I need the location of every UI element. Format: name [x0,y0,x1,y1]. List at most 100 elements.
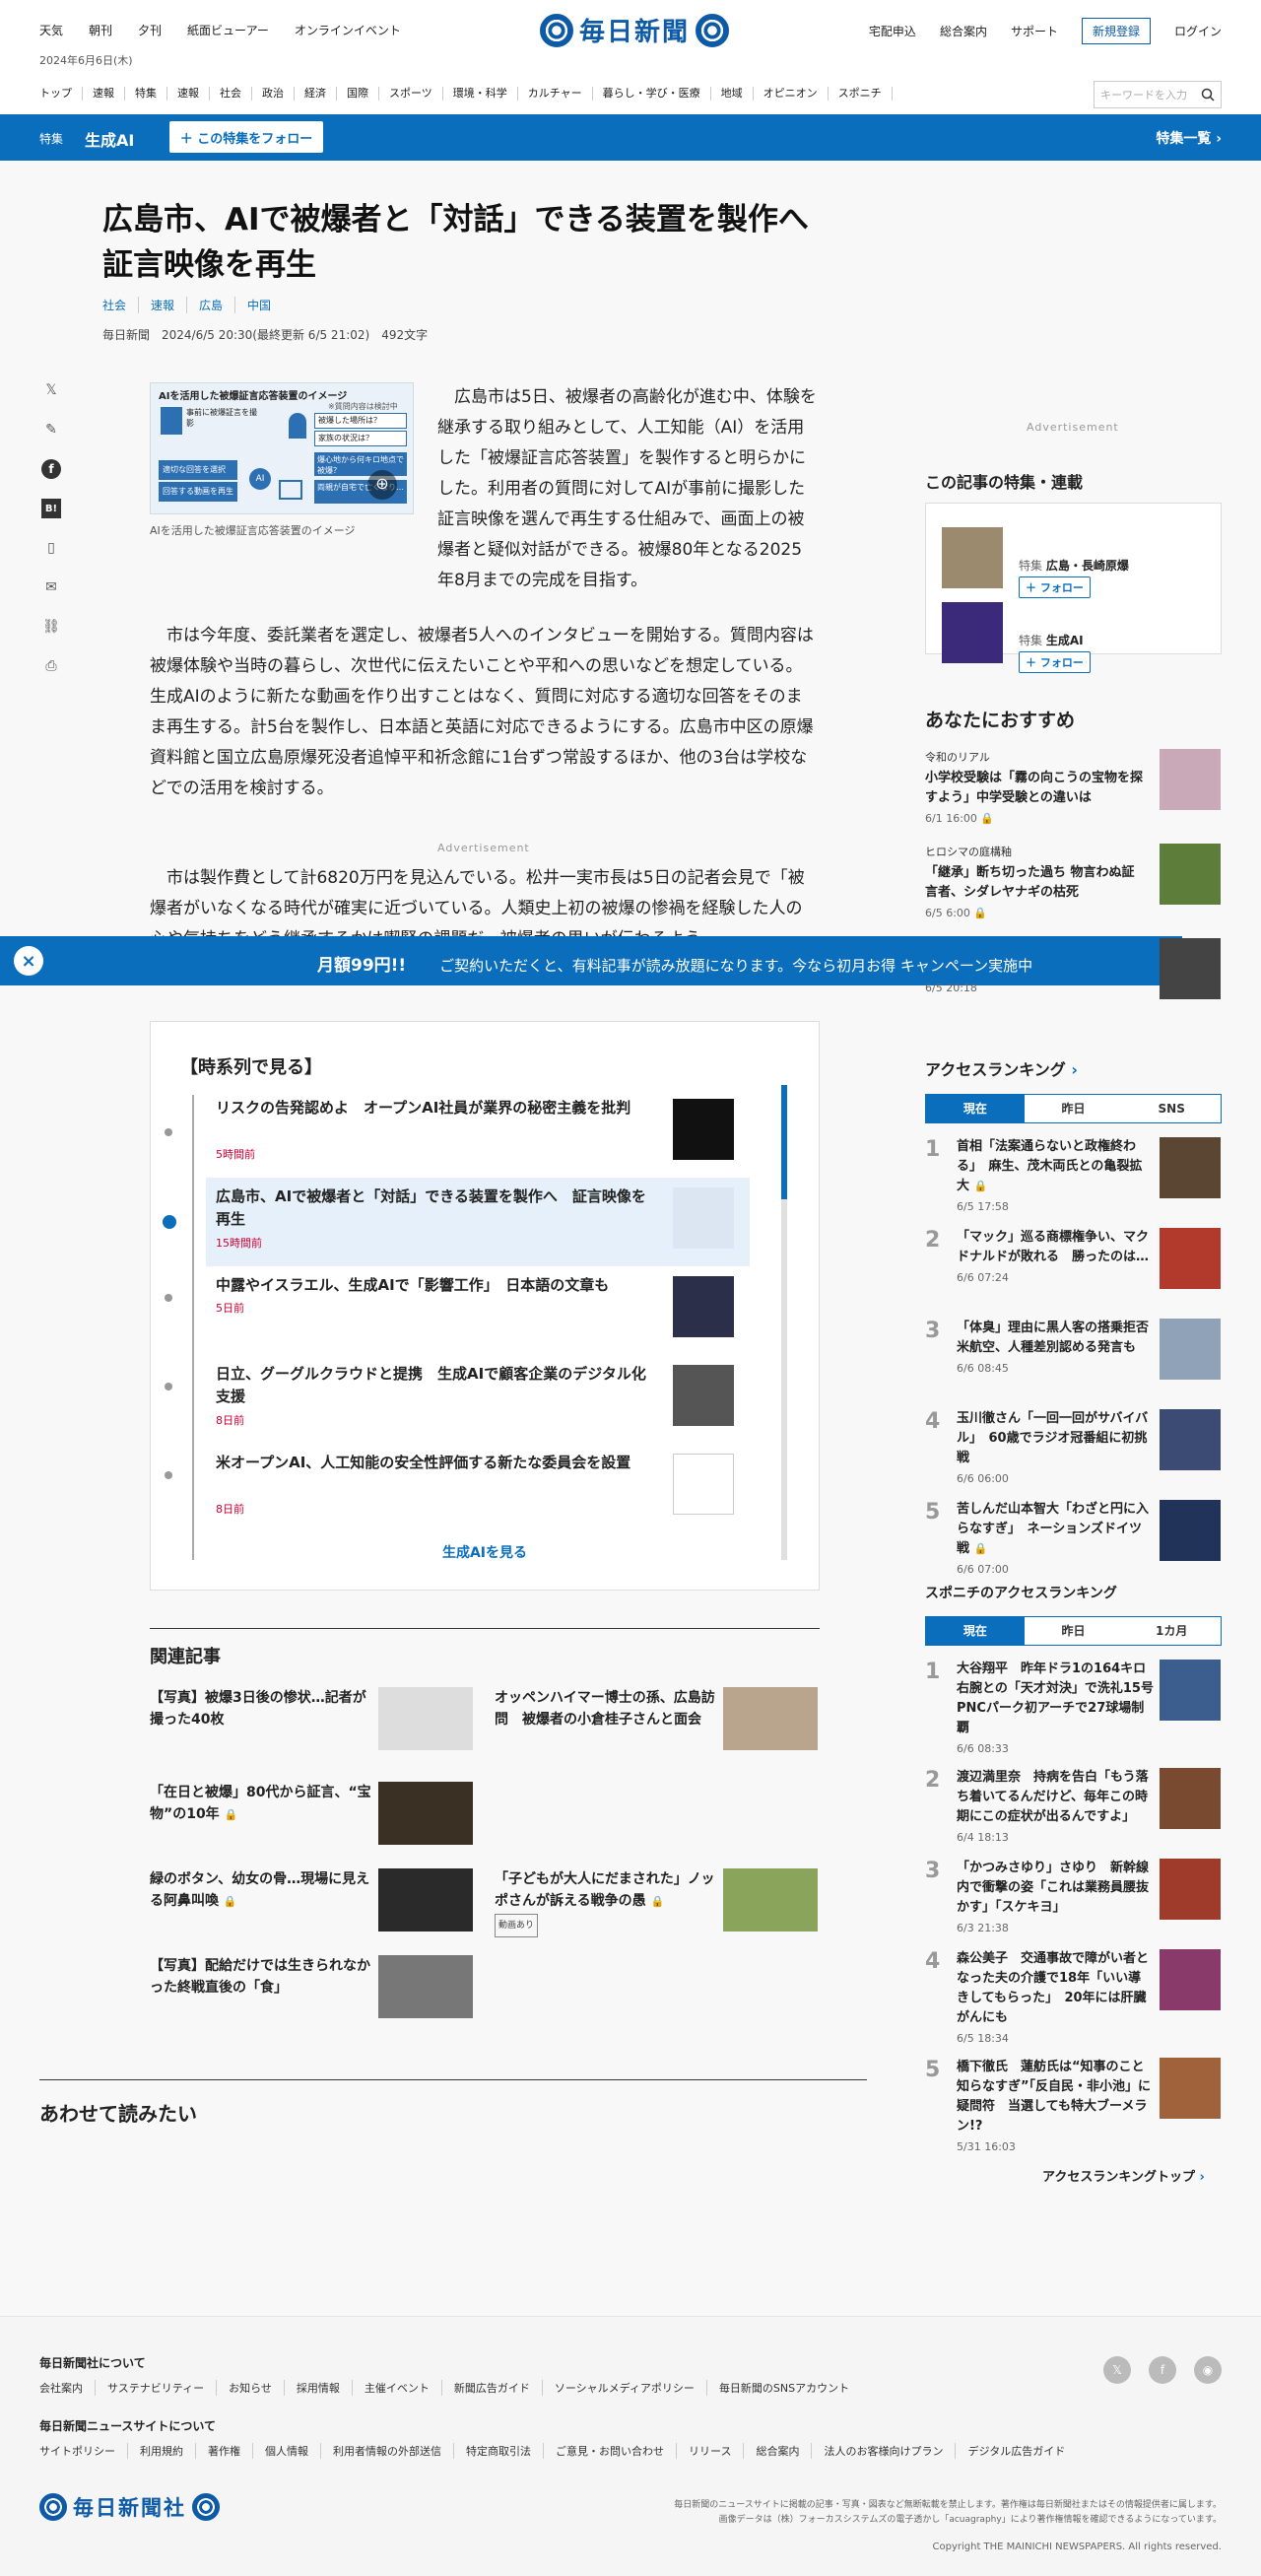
ranking-item[interactable]: 5 橋下徹氏 蓮舫氏は“知事のこと知らなすぎ”「反自民・非小池」に疑問符 当選して… [925,2058,1222,2166]
feature-thumbnail[interactable] [942,602,1003,663]
nav-item[interactable]: 暮らし・学び・医療 [593,87,711,101]
ranking-item[interactable]: 1 大谷翔平 昨年ドラ1の164キロ右腕との「天才対決」で洗礼15号 PNCパーク… [925,1660,1222,1768]
footer-link[interactable]: ソーシャルメディアポリシー [543,2380,707,2396]
ranking-top-link[interactable]: アクセスランキングトップ › [1042,2166,1205,2185]
search-icon[interactable] [1201,88,1215,102]
scrollbar-thumb[interactable] [781,1085,787,1199]
nav-item[interactable]: 国際 [337,87,379,101]
footer-link[interactable]: 毎日新聞のSNSアカウント [707,2380,861,2396]
link-icon[interactable]: ⛓ [41,617,61,637]
top-link-evening[interactable]: 夕刊 [138,22,162,38]
top-link-viewer[interactable]: 紙面ビューアー [187,22,269,38]
follow-feature-button[interactable]: ＋ この特集をフォロー [169,121,323,153]
x-share-icon[interactable]: 𝕏 [41,380,61,400]
timeline-item[interactable]: リスクの告発認めよ オープンAI社員が業界の秘密主義を批判 5時間前 [165,1089,750,1178]
feature-item-name[interactable]: 広島・長崎原爆 [1046,559,1129,573]
feature-thumbnail[interactable] [942,527,1003,588]
hatena-bookmark-icon[interactable]: B! [41,499,61,518]
footer-link[interactable]: 法人のお客様向けプラン [812,2443,957,2459]
nav-item[interactable]: オピニオン [754,87,829,101]
timeline-item[interactable]: 米オープンAI、人工知能の安全性評価する新たな委員会を設置 8日前 [165,1444,750,1532]
nav-item[interactable]: 速報 [83,87,125,101]
nav-item[interactable]: カルチャー [518,87,593,101]
access-ranking-title[interactable]: アクセスランキング › [925,1056,1222,1080]
footer-link[interactable]: お知らせ [217,2380,285,2396]
article-figure[interactable]: AIを活用した被爆証言応答装置のイメージ ※質問内容は検討中 事前に被爆証言を撮… [150,382,414,538]
x-icon[interactable]: 𝕏 [1103,2356,1131,2384]
ranking-item[interactable]: 4 玉川徹さん「一回一回がサバイバル」 60歳でラジオ冠番組に初挑戦 6/6 06:… [925,1409,1222,1500]
close-icon[interactable]: × [14,946,43,976]
nav-item[interactable]: トップ [39,87,83,101]
recommend-item[interactable]: 6/5 20:18 [925,938,1222,1025]
feature-list-link[interactable]: 特集一覧 › [1156,128,1222,148]
ranking-item[interactable]: 3 「かつみさゆり」さゆり 新幹線内で衝撃の姿「これは業務員腰抜かす」「スケキヨ」… [925,1859,1222,1949]
footer-link[interactable]: リリース [677,2443,745,2459]
follow-button[interactable]: ＋ フォロー [1019,651,1091,673]
figure-image[interactable]: AIを活用した被爆証言応答装置のイメージ ※質問内容は検討中 事前に被爆証言を撮… [150,382,414,514]
timeline-item-current[interactable]: 広島市、AIで被爆者と「対話」できる装置を製作へ 証言映像を再生 15時間前 [163,1178,750,1266]
tab-yesterday[interactable]: 昨日 [1024,1095,1123,1122]
footer-link[interactable]: 会社案内 [39,2380,96,2396]
related-article[interactable]: 「子どもが大人にだまされた」ノッポさんが訴える戦争の愚 🔒 動画あり [495,1868,820,1937]
nav-item[interactable]: スポニチ [829,87,893,101]
footer-link[interactable]: 利用者情報の外部送信 [321,2443,454,2459]
tag-link[interactable]: 広島 [199,297,236,313]
print-icon[interactable]: ⎙ [41,656,61,676]
related-article[interactable]: 【写真】被爆3日後の惨状…記者が撮った40枚 [150,1687,475,1756]
footer-link[interactable]: サステナビリティー [96,2380,218,2396]
ranking-item[interactable]: 3 「体臭」理由に黒人客の搭乗拒否 米航空、人種差別認める発言も 6/6 08:45 [925,1319,1222,1409]
related-article[interactable]: 【写真】配給だけでは生きられなかった終戦直後の「食」 [150,1955,475,2024]
footer-link[interactable]: 著作権 [196,2443,253,2459]
bookmark-icon[interactable]: ▯ [41,538,61,558]
timeline-more-link[interactable]: 生成AIを見る [151,1542,819,1562]
nav-item[interactable]: スポーツ [379,87,443,101]
related-article[interactable]: 緑のボタン、幼女の骨…現場に見える阿鼻叫喚 🔒 [150,1868,475,1937]
top-link-weather[interactable]: 天気 [39,22,63,38]
nav-item[interactable]: 経済 [295,87,337,101]
search-input[interactable]: キーワードを入力 [1094,81,1222,108]
tag-link[interactable]: 速報 [151,297,188,313]
footer-link[interactable]: 総合案内 [744,2443,813,2459]
tab-month[interactable]: 1カ月 [1122,1617,1222,1645]
ranking-item[interactable]: 4 森公美子 交通事故で障がい者となった夫の介護で18年「いい導きしてもらった」 … [925,1949,1222,2058]
nav-item[interactable]: 特集 [125,87,167,101]
timeline-scrollbar[interactable] [781,1085,787,1560]
timeline-item[interactable]: 中露やイスラエル、生成AIで「影響工作」 日本語の文章も 5日前 [165,1266,750,1355]
facebook-icon[interactable]: f [1149,2356,1176,2384]
top-link-morning[interactable]: 朝刊 [89,22,112,38]
footer-link[interactable]: 特定商取引法 [454,2443,544,2459]
info-link[interactable]: 総合案内 [940,23,987,39]
zoom-icon[interactable]: ⊕ [367,470,397,500]
nav-item[interactable]: 政治 [252,87,295,101]
footer-link[interactable]: ご意見・お問い合わせ [544,2443,677,2459]
comment-icon[interactable]: ✎ [41,420,61,440]
timeline-item[interactable]: 日立、グーグルクラウドと提携 生成AIで顧客企業のデジタル化支援 8日前 [165,1355,750,1444]
footer-link[interactable]: 個人情報 [253,2443,321,2459]
related-article[interactable]: 「在日と被爆」80代から証言、“宝物”の10年 🔒 [150,1782,475,1851]
ranking-item[interactable]: 2 「マック」巡る商標権争い、マクドナルドが敗れる 勝ったのは… 6/6 07:24 [925,1228,1222,1319]
support-link[interactable]: サポート [1011,23,1058,39]
recommend-item[interactable]: 令和のリアル 小学校受験は「霧の向こうの宝物を探すよう」中学受験との違いは 6/… [925,749,1222,836]
tab-sns[interactable]: SNS [1122,1095,1222,1122]
follow-button[interactable]: ＋ フォロー [1019,576,1091,598]
footer-link[interactable]: サイトポリシー [39,2443,128,2459]
ranking-item[interactable]: 1 首相「法案通らないと政権終わる」 麻生、茂木両氏との亀裂拡大 🔒 6/5 17:… [925,1137,1222,1228]
tag-link[interactable]: 中国 [247,297,283,313]
feature-item-name[interactable]: 生成AI [1046,634,1084,647]
facebook-icon[interactable]: f [41,459,61,479]
ranking-item[interactable]: 2 渡辺満里奈 持病を告白「もう落ち着いてるんだけど、毎年この時期にこの症状が出る… [925,1768,1222,1859]
footer-link[interactable]: 利用規約 [128,2443,196,2459]
related-article[interactable]: オッペンハイマー博士の孫、広島訪問 被爆者の小倉桂子さんと面会 [495,1687,820,1756]
tag-link[interactable]: 社会 [102,297,140,313]
footer-link[interactable]: 採用情報 [285,2380,353,2396]
nav-item[interactable]: 環境・科学 [443,87,518,101]
footer-logo[interactable]: 毎日新聞社 [39,2492,220,2522]
login-link[interactable]: ログイン [1174,23,1222,39]
rss-icon[interactable]: ◉ [1194,2356,1222,2384]
nav-item[interactable]: 地域 [711,87,754,101]
subscribe-link[interactable]: 宅配申込 [869,23,916,39]
mail-icon[interactable]: ✉ [41,577,61,597]
tab-yesterday[interactable]: 昨日 [1024,1617,1123,1645]
ranking-item[interactable]: 5 苦しんだ山本智大「わざと円に入らなすぎ」 ネーションズドイツ戦 🔒 6/6 07… [925,1500,1222,1591]
top-link-events[interactable]: オンラインイベント [295,22,401,38]
